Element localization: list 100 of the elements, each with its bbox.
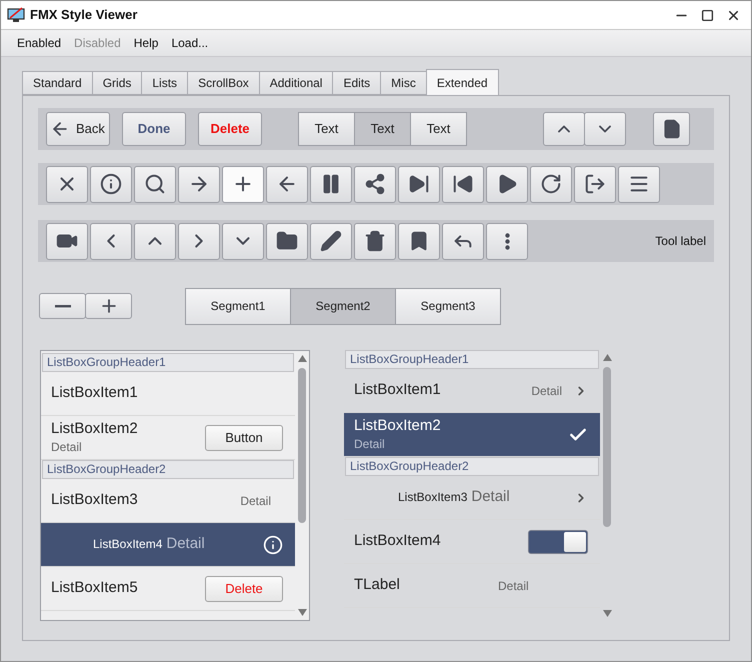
scroll-up-icon <box>298 355 306 362</box>
item-detail: Detail <box>471 487 510 508</box>
group-header: ListBoxGroupHeader2 <box>345 457 599 476</box>
pencil-icon <box>320 230 342 252</box>
icon-button[interactable] <box>310 222 352 260</box>
icon-button[interactable] <box>266 166 308 202</box>
icon-button[interactable] <box>618 166 660 202</box>
group-header: ListBoxGroupHeader1 <box>42 353 294 372</box>
segment[interactable]: Text <box>410 112 467 146</box>
delete-button[interactable]: Delete <box>198 112 262 146</box>
icon-button[interactable] <box>134 222 176 260</box>
icon-button[interactable] <box>46 166 88 202</box>
icon-button[interactable] <box>354 222 396 260</box>
tab[interactable]: Grids <box>92 71 142 95</box>
icon-button[interactable] <box>442 166 484 202</box>
item-detail: Detail <box>51 439 83 455</box>
tab[interactable]: Misc <box>380 71 427 95</box>
item-label: ListBoxItem5 <box>51 578 138 598</box>
item-label: ListBoxItem3 <box>51 490 138 510</box>
group-header: ListBoxGroupHeader1 <box>345 350 599 369</box>
list-item[interactable]: ListBoxItem2 Detail <box>344 413 600 457</box>
list-item[interactable]: ListBoxItem5 Delete <box>41 567 295 611</box>
exit-icon <box>584 173 606 195</box>
list-item[interactable]: ListBoxItem3 Detail <box>344 476 600 520</box>
list-button[interactable]: Button <box>205 424 283 450</box>
toggle-switch[interactable] <box>528 530 588 554</box>
icon-button[interactable] <box>530 166 572 202</box>
info-icon[interactable] <box>263 534 283 554</box>
icon-button[interactable] <box>90 222 132 260</box>
segment[interactable]: Segment3 <box>395 288 501 324</box>
item-detail: Detail <box>166 534 205 554</box>
done-button[interactable]: Done <box>122 112 186 146</box>
icon-button[interactable] <box>178 166 220 202</box>
group-header: ListBoxGroupHeader2 <box>42 460 294 479</box>
icon-button[interactable] <box>486 166 528 202</box>
item-detail: Detail <box>240 492 271 510</box>
skip-forward-icon <box>408 173 430 195</box>
icon-button[interactable] <box>134 166 176 202</box>
trash-icon <box>364 230 386 252</box>
tab[interactable]: Lists <box>141 71 188 95</box>
maximize-icon[interactable] <box>701 8 714 22</box>
folder-icon <box>276 230 298 252</box>
icon-button[interactable] <box>310 166 352 202</box>
scroll-up-icon <box>602 354 612 361</box>
icon-button[interactable] <box>222 222 264 260</box>
item-label: ListBoxItem4 <box>354 531 441 552</box>
tab[interactable]: Extended <box>426 69 499 95</box>
icon-button[interactable] <box>398 166 440 202</box>
icon-button[interactable] <box>574 166 616 202</box>
scroll-down-icon <box>602 610 612 617</box>
refresh-icon <box>540 173 562 195</box>
item-label: ListBoxItem1 <box>354 380 441 400</box>
icon-button[interactable] <box>398 222 440 260</box>
search-icon <box>144 173 166 195</box>
icon-button[interactable] <box>486 222 528 260</box>
tool-label: Tool label <box>655 233 706 250</box>
monitor-icon <box>7 7 25 23</box>
item-label: ListBoxItem3 <box>398 489 468 506</box>
list-item[interactable]: ListBoxItem4 Detail <box>41 523 295 567</box>
icon-button[interactable] <box>266 222 308 260</box>
stepper-button[interactable] <box>39 293 86 319</box>
item-label: ListBoxItem2 <box>51 420 138 438</box>
icon-button[interactable] <box>46 222 88 260</box>
icon-button[interactable] <box>222 166 264 202</box>
stepper-button[interactable] <box>85 293 132 319</box>
item-label: ListBoxItem2 <box>354 417 441 435</box>
icon-button[interactable] <box>178 222 220 260</box>
icon-button[interactable] <box>442 222 484 260</box>
skip-back-icon <box>452 173 474 195</box>
segment[interactable]: Text <box>354 112 411 146</box>
window-title: FMX Style Viewer <box>30 6 138 24</box>
document-button[interactable] <box>653 112 690 146</box>
menu-item[interactable]: Load... <box>171 34 208 52</box>
icon-button[interactable] <box>354 166 396 202</box>
tab[interactable]: Edits <box>332 71 382 95</box>
list-item[interactable]: TLabel Detail <box>344 564 600 608</box>
tab[interactable]: ScrollBox <box>187 71 260 95</box>
tab[interactable]: Additional <box>258 71 334 95</box>
segment[interactable]: Segment1 <box>185 288 291 324</box>
item-detail: Detail <box>354 436 386 452</box>
item-detail: Detail <box>531 382 562 400</box>
share-icon <box>364 173 386 195</box>
list-item[interactable]: ListBoxItem4 <box>344 520 600 564</box>
delete-button[interactable]: Delete <box>205 576 283 602</box>
more-icon <box>504 232 510 250</box>
icon-button[interactable] <box>90 166 132 202</box>
segment[interactable]: Segment2 <box>290 288 396 324</box>
list-item[interactable]: ListBoxItem1 <box>41 372 295 416</box>
menu-item[interactable]: Help <box>134 34 158 52</box>
item-label: ListBoxItem1 <box>51 383 138 404</box>
scroll-down-icon <box>298 609 306 616</box>
menu-item[interactable]: Enabled <box>17 34 62 52</box>
segment[interactable]: Text <box>298 112 355 146</box>
minus-icon <box>54 304 70 308</box>
item-label: ListBoxItem4 <box>93 536 162 554</box>
back-button[interactable]: Back <box>46 112 110 146</box>
info-icon <box>100 173 122 195</box>
document-icon <box>662 119 682 139</box>
tab[interactable]: Standard <box>22 71 93 95</box>
item-detail: Detail <box>498 578 529 594</box>
